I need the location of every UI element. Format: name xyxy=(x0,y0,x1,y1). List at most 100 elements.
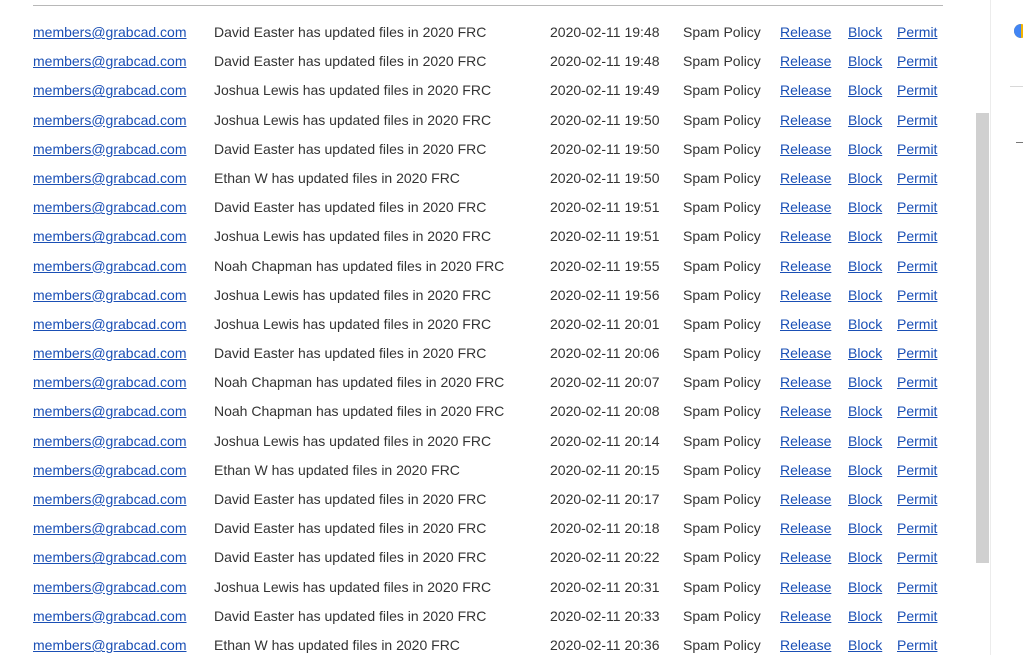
sender-link[interactable]: members@grabcad.com xyxy=(33,76,187,105)
permit-link[interactable]: Permit xyxy=(897,164,937,193)
permit-link[interactable]: Permit xyxy=(897,18,937,47)
sender-link[interactable]: members@grabcad.com xyxy=(33,135,187,164)
subject-text: David Easter has updated files in 2020 F… xyxy=(214,345,487,362)
block-link[interactable]: Block xyxy=(848,18,882,47)
message-row: members@grabcad.com David Easter has upda… xyxy=(0,514,975,543)
block-link[interactable]: Block xyxy=(848,397,882,426)
block-link[interactable]: Block xyxy=(848,222,882,251)
scrollbar-thumb[interactable] xyxy=(976,113,989,563)
release-link[interactable]: Release xyxy=(780,76,831,105)
block-link[interactable]: Block xyxy=(848,427,882,456)
permit-link[interactable]: Permit xyxy=(897,368,937,397)
sender-link[interactable]: members@grabcad.com xyxy=(33,631,187,655)
block-link[interactable]: Block xyxy=(848,339,882,368)
block-link[interactable]: Block xyxy=(848,106,882,135)
permit-link[interactable]: Permit xyxy=(897,573,937,602)
sender-link[interactable]: members@grabcad.com xyxy=(33,222,187,251)
release-link[interactable]: Release xyxy=(780,18,831,47)
release-link[interactable]: Release xyxy=(780,252,831,281)
sender-link[interactable]: members@grabcad.com xyxy=(33,339,187,368)
permit-link[interactable]: Permit xyxy=(897,397,937,426)
permit-link[interactable]: Permit xyxy=(897,631,937,655)
sender-link[interactable]: members@grabcad.com xyxy=(33,368,187,397)
message-row: members@grabcad.com Noah Chapman has upda… xyxy=(0,397,975,426)
permit-link[interactable]: Permit xyxy=(897,339,937,368)
permit-link[interactable]: Permit xyxy=(897,281,937,310)
release-link[interactable]: Release xyxy=(780,164,831,193)
permit-link[interactable]: Permit xyxy=(897,135,937,164)
sender-link[interactable]: members@grabcad.com xyxy=(33,310,187,339)
release-link[interactable]: Release xyxy=(780,631,831,655)
release-link[interactable]: Release xyxy=(780,514,831,543)
permit-link[interactable]: Permit xyxy=(897,106,937,135)
message-row: members@grabcad.com Joshua Lewis has upda… xyxy=(0,281,975,310)
release-link[interactable]: Release xyxy=(780,397,831,426)
block-link[interactable]: Block xyxy=(848,252,882,281)
permit-link[interactable]: Permit xyxy=(897,602,937,631)
release-link[interactable]: Release xyxy=(780,427,831,456)
block-link[interactable]: Block xyxy=(848,456,882,485)
sender-link[interactable]: members@grabcad.com xyxy=(33,543,187,572)
release-link[interactable]: Release xyxy=(780,543,831,572)
permit-link[interactable]: Permit xyxy=(897,485,937,514)
sender-link[interactable]: members@grabcad.com xyxy=(33,514,187,543)
date-text: 2020-02-11 19:50 xyxy=(550,169,660,186)
block-link[interactable]: Block xyxy=(848,602,882,631)
permit-link[interactable]: Permit xyxy=(897,76,937,105)
message-row: members@grabcad.com David Easter has upda… xyxy=(0,602,975,631)
release-link[interactable]: Release xyxy=(780,47,831,76)
sender-link[interactable]: members@grabcad.com xyxy=(33,573,187,602)
sender-link[interactable]: members@grabcad.com xyxy=(33,602,187,631)
release-link[interactable]: Release xyxy=(780,281,831,310)
permit-link[interactable]: Permit xyxy=(897,252,937,281)
subject-text: David Easter has updated files in 2020 F… xyxy=(214,24,487,40)
release-link[interactable]: Release xyxy=(780,602,831,631)
permit-link[interactable]: Permit xyxy=(897,543,937,572)
block-link[interactable]: Block xyxy=(848,193,882,222)
release-link[interactable]: Release xyxy=(780,573,831,602)
release-link[interactable]: Release xyxy=(780,222,831,251)
date-text: 2020-02-11 20:22 xyxy=(550,549,660,566)
release-link[interactable]: Release xyxy=(780,135,831,164)
sender-link[interactable]: members@grabcad.com xyxy=(33,281,187,310)
block-link[interactable]: Block xyxy=(848,543,882,572)
block-link[interactable]: Block xyxy=(848,135,882,164)
permit-link[interactable]: Permit xyxy=(897,222,937,251)
permit-link[interactable]: Permit xyxy=(897,310,937,339)
sender-link[interactable]: members@grabcad.com xyxy=(33,47,187,76)
release-link[interactable]: Release xyxy=(780,368,831,397)
policy-text: Spam Policy xyxy=(683,607,761,624)
sender-link[interactable]: members@grabcad.com xyxy=(33,397,187,426)
permit-link[interactable]: Permit xyxy=(897,47,937,76)
permit-link[interactable]: Permit xyxy=(897,514,937,543)
block-link[interactable]: Block xyxy=(848,76,882,105)
permit-link[interactable]: Permit xyxy=(897,193,937,222)
block-link[interactable]: Block xyxy=(848,485,882,514)
sender-link[interactable]: members@grabcad.com xyxy=(33,252,187,281)
release-link[interactable]: Release xyxy=(780,456,831,485)
sender-link[interactable]: members@grabcad.com xyxy=(33,193,187,222)
permit-link[interactable]: Permit xyxy=(897,427,937,456)
sender-link[interactable]: members@grabcad.com xyxy=(33,456,187,485)
sender-link[interactable]: members@grabcad.com xyxy=(33,18,187,47)
release-link[interactable]: Release xyxy=(780,193,831,222)
release-link[interactable]: Release xyxy=(780,310,831,339)
sender-link[interactable]: members@grabcad.com xyxy=(33,427,187,456)
release-link[interactable]: Release xyxy=(780,339,831,368)
block-link[interactable]: Block xyxy=(848,368,882,397)
block-link[interactable]: Block xyxy=(848,281,882,310)
block-link[interactable]: Block xyxy=(848,310,882,339)
block-link[interactable]: Block xyxy=(848,631,882,655)
permit-link[interactable]: Permit xyxy=(897,456,937,485)
google-apps-icon[interactable] xyxy=(1014,24,1023,38)
sender-link[interactable]: members@grabcad.com xyxy=(33,164,187,193)
block-link[interactable]: Block xyxy=(848,514,882,543)
release-link[interactable]: Release xyxy=(780,106,831,135)
block-link[interactable]: Block xyxy=(848,573,882,602)
sender-link[interactable]: members@grabcad.com xyxy=(33,106,187,135)
block-link[interactable]: Block xyxy=(848,164,882,193)
block-link[interactable]: Block xyxy=(848,47,882,76)
release-link[interactable]: Release xyxy=(780,485,831,514)
policy-text: Spam Policy xyxy=(683,636,761,653)
sender-link[interactable]: members@grabcad.com xyxy=(33,485,187,514)
